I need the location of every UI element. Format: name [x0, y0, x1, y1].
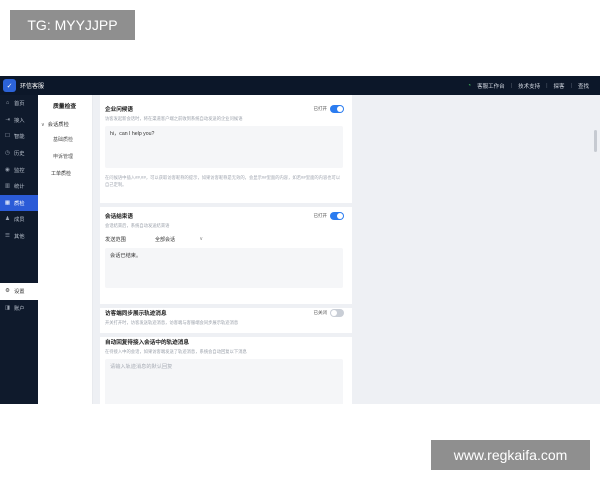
home-icon: ⌂ — [5, 100, 10, 107]
end-toggle-group: 已打开 — [313, 212, 344, 220]
sidebar-nav: ⌂ 首页 ⇥ 接入 ☐ 智能 ◷ 历史 ◉ 监控 ▥ 统计 ▦ 质检 ♟ 成员 ☰ 其他 — [0, 95, 38, 244]
auto-reply-desc: 在待接入中的会话，如果访客端发送了轨迹消息，系统会自动回复以下消息 — [105, 349, 247, 354]
scrollbar[interactable] — [594, 130, 597, 152]
sidebar-item-access[interactable]: ⇥ 接入 — [0, 112, 38, 129]
sidebar-item-label: 首页 — [14, 101, 25, 108]
end-toggle-label: 已打开 — [313, 213, 328, 218]
end-message-textarea[interactable]: 会话已结束。 — [105, 248, 343, 288]
greeting-toggle-group: 已打开 — [313, 105, 344, 113]
subnav-title: 质量检查 — [53, 104, 77, 110]
sidebar-item-label: 账户 — [14, 305, 25, 312]
greeting-textarea[interactable]: hi，can I help you? — [105, 126, 343, 168]
sidebar-item-label: 历史 — [14, 151, 25, 158]
watermark-bottom: www.regkaifa.com — [431, 440, 590, 470]
end-message-toggle[interactable] — [330, 212, 344, 220]
monitor-icon: ◉ — [5, 166, 10, 173]
subnav-group-label: 会话质检 — [47, 122, 69, 128]
topbar-actions: ◔ 客服工作台 | 技术支持 | 探客 | 查找 — [465, 82, 600, 90]
sidebar-item-label: 成员 — [14, 217, 25, 224]
auto-reply-textarea[interactable]: 请输入轨迹消息的默认回复 — [105, 359, 343, 404]
sync-trace-title: 访客端同步展示轨迹消息 — [105, 311, 167, 317]
greeting-note: 在问候语中插入##,##，可以获取访客昵称的提示，如果访客昵称是无效的，会显示#… — [105, 175, 341, 187]
sidebar-item-label: 设置 — [14, 289, 25, 296]
sidebar-item-monitor[interactable]: ◉ 监控 — [0, 161, 38, 178]
send-scope-value: 全部会话 — [155, 237, 176, 243]
divider — [100, 333, 352, 337]
sidebar-bottom-nav: ⚙ 设置 ◨ 账户 — [0, 283, 38, 316]
divider — [100, 203, 352, 207]
sync-trace-card: 访客端同步展示轨迹消息 已关闭 开关打开时，访客发送轨迹消息，访客端与客服端会同… — [100, 309, 352, 326]
sub-navigation: 质量检查 ∨ 会话质检 基础质检 申诉管理 工单质检 — [38, 95, 93, 404]
end-message-card: 会话结束语 已打开 会话结束后，系统自动发送结束语 发送范围 全部会话 ∨ 会话… — [100, 212, 352, 288]
sync-trace-desc: 开关打开时，访客发送轨迹消息，访客端与客服端会同步展示轨迹消息 — [105, 320, 239, 325]
sidebar-item-smart[interactable]: ☐ 智能 — [0, 128, 38, 145]
app-window: ✓ 环信客服 ◔ 客服工作台 | 技术支持 | 探客 | 查找 ⌂ 首页 ⇥ 接入 … — [0, 76, 600, 404]
subnav-item-ticket-quality[interactable]: 工单质检 — [38, 166, 92, 183]
sidebar-item-label: 接入 — [14, 117, 25, 124]
app-title: 环信客服 — [20, 84, 45, 90]
greeting-card: 企业问候语 已打开 访客发起新会话时，将在渠道客户端之前收到系统自动发送的企业问… — [100, 105, 352, 188]
sidebar-item-other[interactable]: ☰ 其他 — [0, 228, 38, 245]
sidebar-item-stats[interactable]: ▥ 统计 — [0, 178, 38, 195]
sidebar: ⌂ 首页 ⇥ 接入 ☐ 智能 ◷ 历史 ◉ 监控 ▥ 统计 ▦ 质检 ♟ 成员 ☰ 其他 ⚙ 设置 … — [0, 95, 38, 404]
sidebar-item-label: 智能 — [14, 134, 25, 141]
sidebar-item-label: 其他 — [14, 234, 25, 241]
chevron-down-icon: ∨ — [41, 122, 45, 128]
settings-panel: 企业问候语 已打开 访客发起新会话时，将在渠道客户端之前收到系统自动发送的企业问… — [100, 95, 352, 404]
robot-icon: ☐ — [5, 133, 10, 140]
sidebar-item-label: 监控 — [14, 167, 25, 174]
gear-icon: ⚙ — [5, 288, 10, 295]
sidebar-item-account[interactable]: ◨ 账户 — [0, 300, 38, 317]
subnav-group-session-quality[interactable]: ∨ 会话质检 — [38, 115, 92, 132]
sidebar-item-label: 质检 — [14, 200, 25, 207]
clock-icon: ◷ — [5, 150, 10, 157]
app-logo-icon[interactable]: ✓ — [3, 79, 16, 92]
topbar-link-explore[interactable]: 探客 — [551, 82, 568, 90]
wifi-icon: ◔ — [467, 82, 472, 89]
menu-icon: ☰ — [5, 233, 10, 240]
screenshot-root: TG: MYYJJPP ✓ 环信客服 ◔ 客服工作台 | 技术支持 | 探客 |… — [0, 0, 600, 480]
main-area: 企业问候语 已打开 访客发起新会话时，将在渠道客户端之前收到系统自动发送的企业问… — [93, 95, 600, 404]
subnav-item-basic-quality[interactable]: 基础质检 — [38, 132, 92, 149]
sidebar-item-quality[interactable]: ▦ 质检 — [0, 194, 38, 212]
sidebar-item-home[interactable]: ⌂ 首页 — [0, 95, 38, 112]
topbar-link-workbench[interactable]: 客服工作台 — [474, 82, 508, 90]
divider: | — [570, 82, 572, 89]
sync-toggle-label: 已关闭 — [313, 310, 328, 315]
send-scope-select[interactable]: 全部会话 ∨ — [155, 236, 203, 243]
watermark-top: TG: MYYJJPP — [10, 10, 135, 40]
account-icon: ◨ — [4, 304, 11, 311]
sync-toggle-group: 已关闭 — [313, 309, 344, 317]
toggle-knob — [331, 310, 337, 316]
chevron-down-icon: ∨ — [199, 236, 203, 242]
greeting-toggle-label: 已打开 — [313, 106, 328, 111]
user-icon: ♟ — [5, 216, 10, 223]
topbar-link-search[interactable]: 查找 — [575, 82, 592, 90]
sidebar-item-history[interactable]: ◷ 历史 — [0, 145, 38, 162]
sidebar-item-settings[interactable]: ⚙ 设置 — [0, 283, 38, 300]
login-icon: ⇥ — [5, 116, 10, 123]
greeting-desc: 访客发起新会话时，将在渠道客户端之前收到系统自动发送的企业问候语 — [105, 116, 243, 121]
divider — [100, 304, 352, 308]
top-bar: ✓ 环信客服 ◔ 客服工作台 | 技术支持 | 探客 | 查找 — [0, 76, 600, 95]
send-scope-row: 发送范围 全部会话 ∨ — [105, 236, 344, 243]
chart-icon: ▥ — [4, 183, 11, 190]
greeting-title: 企业问候语 — [105, 107, 133, 113]
sidebar-item-label: 统计 — [14, 184, 25, 191]
quality-icon: ▦ — [4, 199, 11, 206]
auto-reply-card: 自动回复待接入会话中的轨迹消息 在待接入中的会话，如果访客端发送了轨迹消息，系统… — [100, 338, 352, 404]
greeting-toggle[interactable] — [330, 105, 344, 113]
divider: | — [510, 82, 513, 89]
divider: | — [546, 82, 548, 89]
end-message-desc: 会话结束后，系统自动发送结束语 — [105, 223, 170, 228]
send-scope-label: 发送范围 — [105, 237, 126, 243]
topbar-link-support[interactable]: 技术支持 — [515, 82, 543, 90]
auto-reply-title: 自动回复待接入会话中的轨迹消息 — [105, 340, 189, 346]
sidebar-item-members[interactable]: ♟ 成员 — [0, 211, 38, 228]
subnav-item-appeal[interactable]: 申诉管理 — [38, 149, 92, 166]
toggle-knob — [337, 106, 343, 112]
sync-trace-toggle[interactable] — [330, 309, 344, 317]
toggle-knob — [337, 213, 343, 219]
end-message-title: 会话结束语 — [105, 214, 133, 220]
